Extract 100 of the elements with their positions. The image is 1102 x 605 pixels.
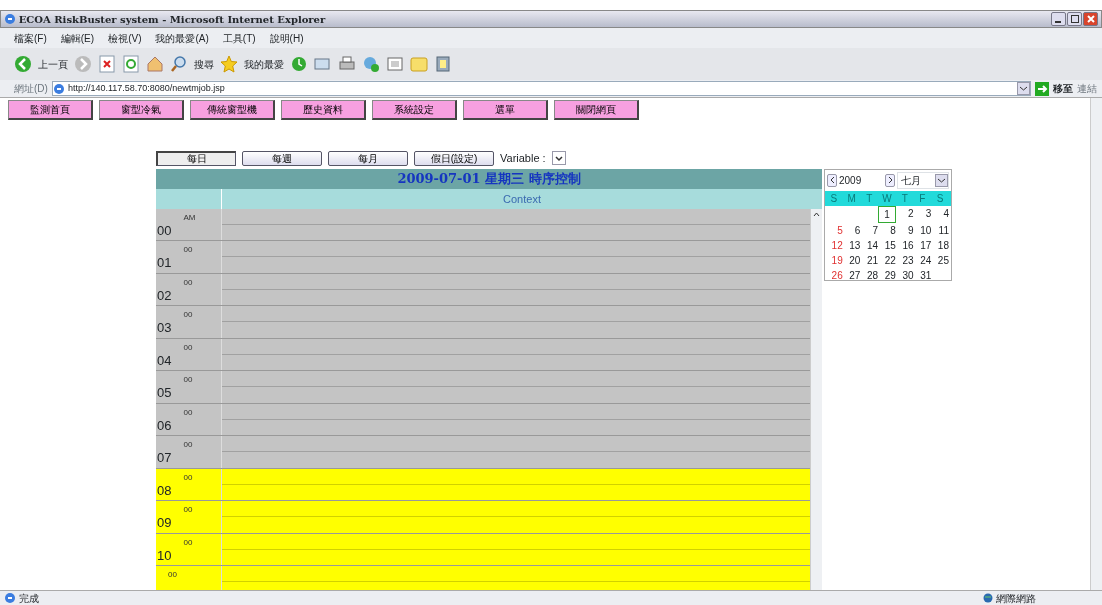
address-field[interactable]: http://140.117.58.70:8080/newtmjob.jsp [51,81,1031,96]
calendar-date[interactable]: 17 [913,237,932,253]
calendar-date[interactable]: 31 [913,267,932,283]
messenger-icon[interactable] [362,55,380,73]
nav-button[interactable]: 關閉網頁 [554,100,639,120]
go-arrow-icon[interactable] [1034,81,1049,96]
menu-item[interactable]: 工具(T) [222,30,256,46]
calendar-date[interactable]: 10 [913,222,932,238]
schedule-row[interactable]: 01 00 [156,241,810,274]
calendar-date[interactable]: 3 [913,205,932,223]
nav-button[interactable]: 系統設定 [372,100,457,120]
calendar-date[interactable]: 7 [860,222,879,238]
schedule-row[interactable]: 06 00 [156,403,810,436]
view-tab[interactable]: 假日(設定) [414,150,494,166]
calendar-date[interactable]: 26 [825,267,843,283]
favorites-button[interactable]: 我的最愛 [244,56,284,72]
tool-icon[interactable] [434,55,452,73]
ie-logo-icon [4,13,16,25]
calendar-date[interactable]: 12 [825,237,843,253]
calendar-date[interactable]: 14 [860,237,879,253]
window-title: ECOA RiskBuster system - Microsoft Internet Explorer [18,12,327,27]
nav-button[interactable]: 傳統窗型機 [190,100,275,120]
calendar-date[interactable]: 19 [825,252,843,268]
nav-button[interactable]: 監測首頁 [8,100,93,120]
edit-icon[interactable] [386,55,404,73]
nav-button[interactable]: 選單 [463,100,548,120]
year-label: 2009 [839,173,862,188]
calendar-date[interactable]: 23 [895,252,914,268]
menu-item[interactable]: 檔案(F) [14,30,47,46]
minimize-button[interactable] [1051,12,1066,26]
address-label: 網址(D) [14,82,48,96]
close-button[interactable] [1083,12,1098,26]
hour-label: 10 [156,546,172,565]
links-label[interactable]: 連結 [1076,81,1097,96]
calendar-date[interactable]: 13 [842,237,861,253]
weekday-label: T [900,191,909,206]
stop-icon[interactable] [98,55,116,73]
month-dropdown[interactable]: 七月 [897,171,949,189]
calendar-date[interactable]: 20 [842,252,861,268]
hour-label: 03 [156,319,172,337]
calendar-date[interactable]: 8 [878,222,896,238]
today-date[interactable]: 1 [878,205,896,223]
calendar-date[interactable]: 15 [878,237,896,253]
calendar-date[interactable]: 5 [825,222,843,238]
schedule-row[interactable]: 08 00 [156,468,810,501]
schedule-row[interactable]: 09 00 [156,501,810,534]
nav-button[interactable]: 歷史資料 [281,100,366,120]
history-icon[interactable] [290,55,308,73]
go-button[interactable]: 移至 [1052,81,1073,96]
search-icon[interactable] [170,55,188,73]
schedule-row[interactable]: 03 00 [156,306,810,339]
schedule-row[interactable]: 02 00 [156,273,810,306]
search-button[interactable]: 搜尋 [194,56,214,72]
maximize-button[interactable] [1067,12,1082,26]
page-icon [4,592,16,604]
globe-icon [983,593,993,603]
menu-item[interactable]: 檢視(V) [108,30,142,46]
menu-item[interactable]: 編輯(E) [60,30,95,46]
printer-icon[interactable] [338,55,356,73]
star-icon[interactable] [220,55,238,73]
calendar-date[interactable]: 21 [860,252,879,268]
mail-icon[interactable] [314,55,332,73]
schedule-row[interactable]: 04 00 [156,338,810,371]
calendar-date[interactable]: 25 [931,252,949,268]
menu-item[interactable]: 說明(H) [269,30,304,46]
refresh-icon[interactable] [122,55,140,73]
minute-label: 00 [182,244,193,256]
hour-label: 02 [156,286,172,305]
minute-label: 00 [182,504,193,516]
calendar-date[interactable]: 22 [878,252,896,268]
minute-label: 00 [182,276,193,289]
view-tab[interactable]: 每週 [242,150,322,166]
calendar-date[interactable]: 11 [931,222,949,238]
calendar-date[interactable]: 18 [931,237,949,253]
maximize-icon [1070,15,1079,23]
calendar-date[interactable]: 28 [860,267,879,283]
minute-label: 00 [182,536,193,549]
menu-item[interactable]: 我的最愛(A) [155,30,209,46]
schedule-row[interactable]: 10 00 [156,533,810,566]
schedule-row[interactable]: 00 AM [156,208,810,241]
back-button[interactable]: 上一頁 [38,56,68,72]
schedule-row[interactable]: 05 00 [156,371,810,404]
schedule-row[interactable]: 07 00 [156,436,810,469]
view-tab[interactable]: 每日 [156,150,236,166]
home-icon[interactable] [146,55,164,73]
calendar-date[interactable]: 24 [913,252,932,268]
minute-label: 00 [182,341,193,354]
calendar-date[interactable]: 6 [842,222,861,238]
view-tab[interactable]: 每月 [328,150,408,166]
nav-button[interactable]: 窗型冷氣 [99,100,184,120]
calendar-date[interactable]: 29 [878,267,896,283]
calendar-date[interactable]: 2 [895,205,914,223]
calendar-date[interactable]: 4 [931,205,949,223]
hour-label: 09 [156,514,172,532]
close-icon [1086,15,1095,23]
calendar-date[interactable]: 27 [842,267,861,283]
schedule-row[interactable]: 00 [156,566,810,590]
calendar-date[interactable]: 30 [895,267,914,283]
calendar-date[interactable]: 16 [895,237,914,253]
calendar-date[interactable]: 9 [895,222,914,238]
